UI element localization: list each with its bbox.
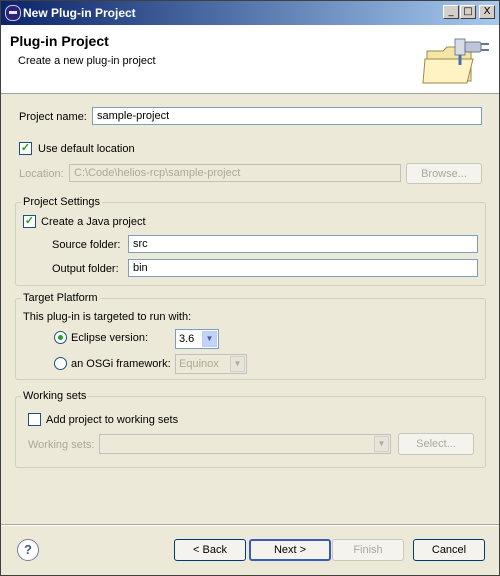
eclipse-icon [5,5,21,21]
working-sets-select[interactable]: ▼ [99,434,391,454]
title-bar[interactable]: New Plug-in Project _ □ X [1,1,499,25]
help-icon[interactable]: ? [17,539,39,561]
eclipse-version-label: Eclipse version: [71,332,149,344]
eclipse-version-select[interactable]: 3.6 ▼ [175,329,219,349]
page-title: Plug-in Project [10,33,109,49]
wizard-header: Plug-in Project Create a new plug-in pro… [1,25,499,94]
working-sets-title: Working sets [21,390,89,402]
add-to-working-sets-checkbox[interactable] [28,413,41,426]
project-name-label: Project name: [19,111,87,123]
chevron-down-icon: ▼ [374,436,389,452]
working-sets-group [15,396,486,468]
chevron-down-icon: ▼ [202,331,217,347]
cancel-button[interactable]: Cancel [413,539,485,561]
project-settings-title: Project Settings [21,196,103,208]
osgi-framework-radio[interactable] [54,357,67,370]
maximize-button[interactable]: □ [460,5,476,19]
footer-separator [1,524,499,526]
add-to-working-sets-label: Add project to working sets [46,414,179,426]
minimize-button[interactable]: _ [443,5,459,19]
eclipse-version-value: 3.6 [179,333,195,345]
target-platform-intro: This plug-in is targeted to run with: [23,311,192,323]
page-description: Create a new plug-in project [18,55,156,67]
create-java-project-checkbox[interactable]: ✓ [23,215,36,228]
use-default-location-checkbox[interactable]: ✓ [19,142,32,155]
back-button[interactable]: < Back [174,539,246,561]
chevron-down-icon: ▼ [230,356,245,372]
source-folder-label: Source folder: [52,239,121,251]
window-title: New Plug-in Project [23,6,136,20]
select-working-sets-button[interactable]: Select... [398,433,474,455]
working-sets-label: Working sets: [28,439,95,451]
osgi-framework-label: an OSGi framework: [71,358,171,370]
use-default-location-label: Use default location [38,143,135,155]
next-button[interactable]: Next > [249,539,331,561]
osgi-framework-select[interactable]: Equinox ▼ [175,354,247,374]
create-java-project-label: Create a Java project [41,216,146,228]
project-name-input[interactable]: sample-project [92,107,482,125]
location-input[interactable]: C:\Code\helios-rcp\sample-project [69,164,401,182]
dialog-window: New Plug-in Project _ □ X Plug-in Projec… [0,0,500,576]
close-button[interactable]: X [479,5,495,19]
output-folder-input[interactable]: bin [128,259,478,277]
finish-button[interactable]: Finish [332,539,404,561]
target-platform-title: Target Platform [21,292,100,304]
browse-button[interactable]: Browse... [406,163,482,184]
eclipse-version-radio[interactable] [54,331,67,344]
output-folder-label: Output folder: [52,263,119,275]
osgi-framework-value: Equinox [179,358,219,370]
plugin-folder-icon [422,38,489,84]
source-folder-input[interactable]: src [128,235,478,253]
location-label: Location: [19,168,64,180]
